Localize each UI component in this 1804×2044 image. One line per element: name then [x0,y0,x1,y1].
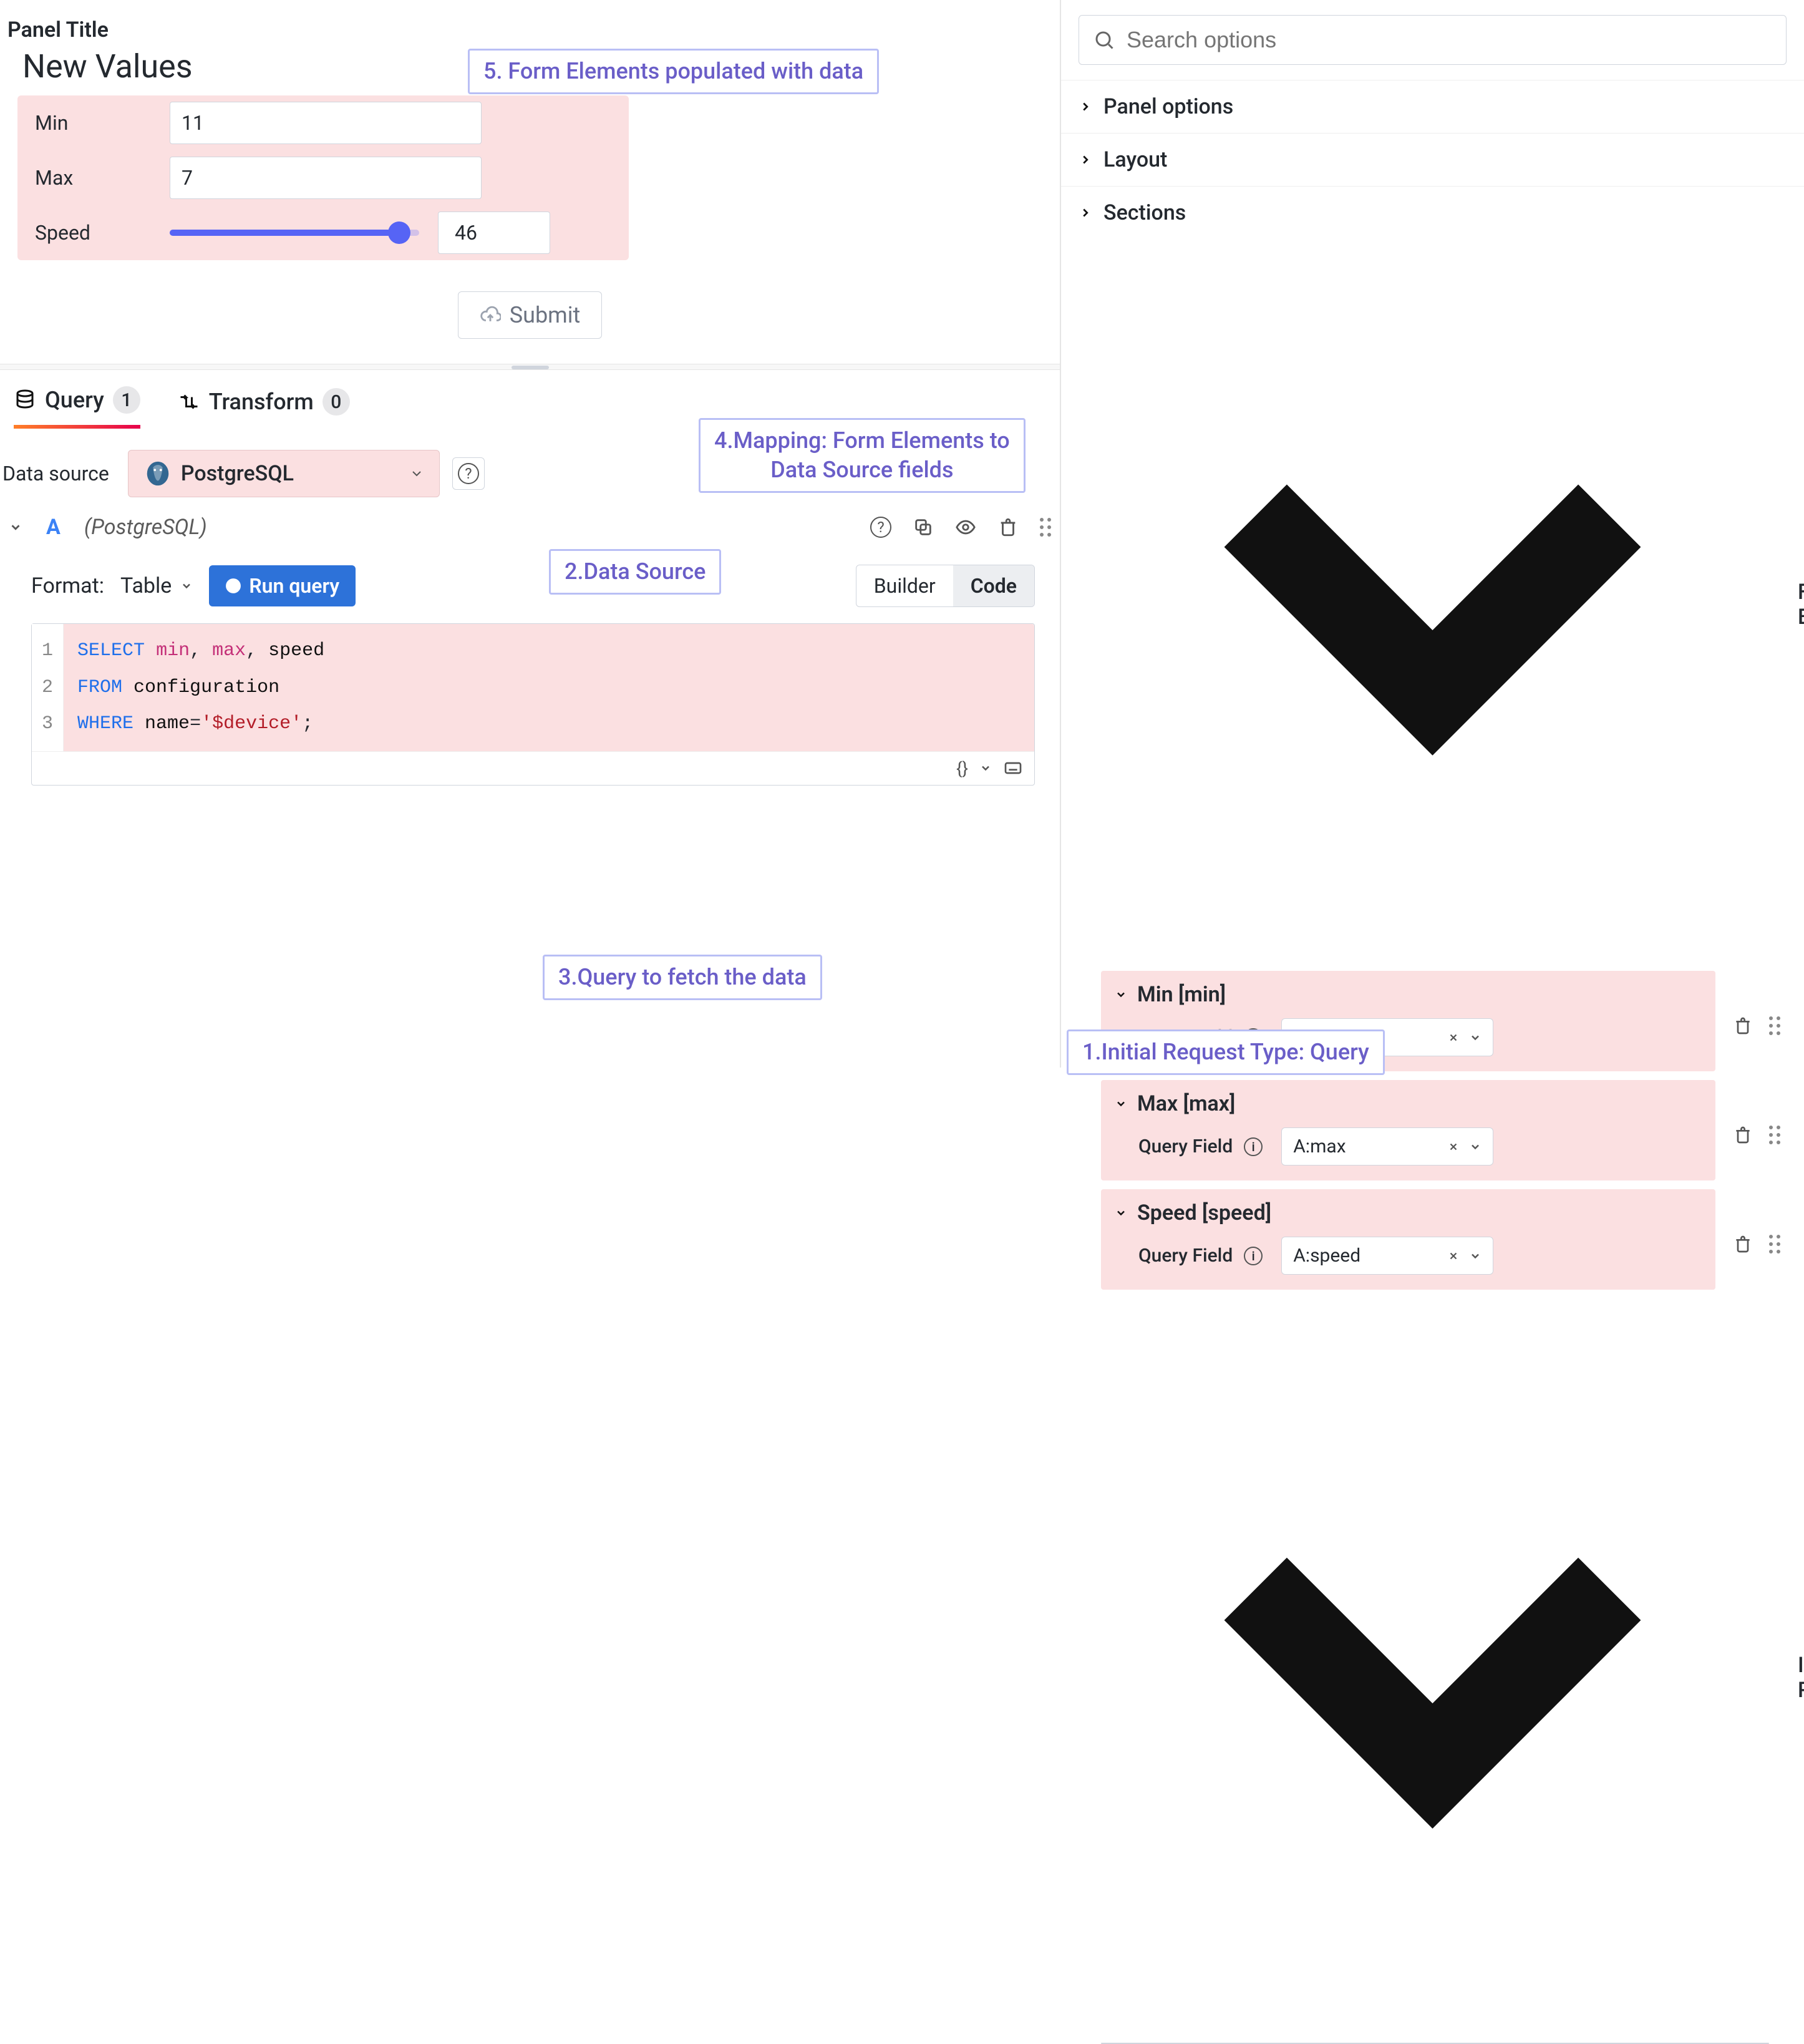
clear-icon[interactable] [1448,1141,1459,1152]
chevron-down-icon[interactable] [9,520,22,534]
search-field[interactable] [1127,27,1772,53]
eye-icon[interactable] [955,517,976,538]
trash-icon[interactable] [1733,1234,1753,1254]
chevron-down-icon[interactable] [979,762,992,774]
chevron-right-icon [1079,100,1092,114]
format-label: Format: [31,573,104,598]
chevron-down-icon [1115,988,1127,1001]
section-sections[interactable]: Sections [1061,186,1804,239]
fe-speed-header[interactable]: Speed [speed] [1101,1189,1715,1237]
drag-handle-icon[interactable] [1769,1016,1780,1035]
clear-icon[interactable] [1448,1250,1459,1262]
speed-value-input[interactable]: 46 [438,212,550,254]
max-label: Max [26,158,151,197]
query-letter[interactable]: A [37,515,69,540]
annotation-5: 5. Form Elements populated with data [468,49,879,94]
tab-query-count: 1 [113,386,140,414]
tab-transform[interactable]: Transform 0 [178,388,350,427]
sql-code[interactable]: SELECT min, max, speed FROM configuratio… [64,624,1034,751]
fe-max-query-field-label: Query Field i [1138,1136,1263,1157]
chevron-down-icon [1469,1031,1482,1044]
speed-label: Speed [26,213,151,252]
tab-transform-count: 0 [322,388,350,416]
trash-icon[interactable] [997,517,1019,538]
builder-code-switch: Builder Code [856,565,1035,607]
chevron-down-icon [180,580,193,592]
datasource-select[interactable]: PostgreSQL [128,450,440,497]
pane-divider[interactable] [0,364,1060,370]
keyboard-icon[interactable] [1003,758,1023,778]
chevron-down-icon [409,466,424,481]
annotation-4: 4.Mapping: Form Elements to Data Source … [699,418,1026,493]
datasource-help-button[interactable]: ? [452,457,485,490]
run-query-label: Run query [249,574,339,598]
speed-slider[interactable] [170,230,419,236]
fe-min-header[interactable]: Min [min] [1101,971,1715,1018]
play-icon [225,578,241,594]
postgresql-icon [143,459,172,488]
datasource-label: Data source [2,462,115,485]
form-elements-preview: Min 11 Max 7 Speed 46 [17,95,629,260]
format-value: Table [120,573,172,598]
max-input[interactable]: 7 [170,157,482,199]
tab-transform-label: Transform [209,389,314,415]
panel-title: Panel Title [0,0,1060,47]
section-panel-options[interactable]: Panel options [1061,80,1804,133]
submit-label: Submit [510,302,581,328]
annotation-3: 3.Query to fetch the data [543,955,822,1000]
drag-handle-icon[interactable] [1769,1126,1780,1144]
braces-icon[interactable]: {} [956,758,968,779]
annotation-1: 1.Initial Request Type: Query [1067,1029,1385,1075]
chevron-down-icon [1469,1250,1482,1262]
query-help-icon[interactable]: ? [870,517,891,538]
search-icon [1093,29,1115,51]
datasource-name: PostgreSQL [181,461,294,486]
tab-query[interactable]: Query 1 [14,386,140,429]
drag-handle-icon[interactable] [1769,1235,1780,1253]
trash-icon[interactable] [1733,1016,1753,1036]
min-input[interactable]: 11 [170,102,482,144]
chevron-down-icon [1469,1141,1482,1153]
info-icon[interactable]: i [1244,1247,1263,1265]
search-options-input[interactable] [1079,15,1787,65]
cloud-upload-icon [480,304,501,326]
min-label: Min [26,104,151,142]
chevron-down-icon [1079,1323,1787,2032]
fe-max-header[interactable]: Max [max] [1101,1080,1715,1127]
line-gutter: 123 [32,624,64,751]
fe-speed-query-field-label: Query Field i [1138,1245,1263,1267]
drag-handle-icon[interactable] [1040,518,1051,537]
chevron-down-icon [1079,250,1787,958]
help-icon: ? [458,463,479,484]
copy-icon[interactable] [913,517,934,538]
code-segment[interactable]: Code [953,565,1034,606]
builder-segment[interactable]: Builder [856,565,953,606]
tab-query-label: Query [45,387,104,413]
submit-button[interactable]: Submit [458,291,603,339]
format-select[interactable]: Table [120,573,193,598]
section-form-elements[interactable]: Form Elements [1079,239,1787,971]
transform-icon [178,391,200,413]
chevron-right-icon [1079,153,1092,167]
chevron-right-icon [1079,206,1092,220]
section-layout[interactable]: Layout [1061,133,1804,186]
clear-icon[interactable] [1448,1032,1459,1043]
run-query-button[interactable]: Run query [209,565,356,606]
chevron-down-icon [1115,1097,1127,1110]
section-initial-request[interactable]: Initial Request [1061,1317,1804,2043]
info-icon[interactable]: i [1244,1137,1263,1156]
annotation-2: 2.Data Source [549,549,721,595]
database-icon [14,389,36,411]
fe-speed-query-field-select[interactable]: A:speed [1281,1237,1493,1275]
trash-icon[interactable] [1733,1125,1753,1145]
query-ds-name: (PostgreSQL) [84,515,855,540]
sql-editor[interactable]: 123 SELECT min, max, speed FROM configur… [31,623,1035,786]
fe-max-query-field-select[interactable]: A:max [1281,1127,1493,1166]
chevron-down-icon [1115,1207,1127,1219]
